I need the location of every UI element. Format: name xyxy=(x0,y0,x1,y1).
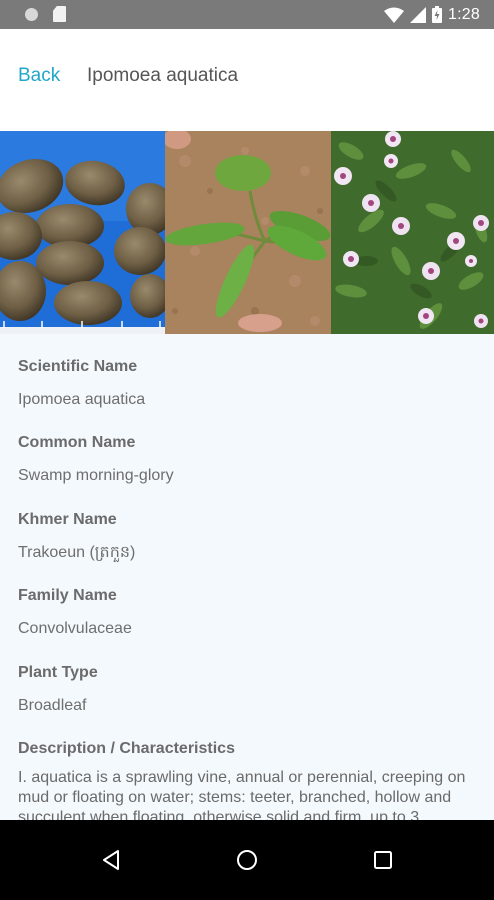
description-label: Description / Characteristics xyxy=(18,740,235,757)
flowers-photo[interactable] xyxy=(331,131,494,334)
status-bar: 1:28 xyxy=(0,0,494,29)
plant-type-label: Plant Type xyxy=(18,664,98,681)
family-name-field: Family Name Convolvulaceae xyxy=(18,587,478,639)
recents-square-icon[interactable] xyxy=(361,838,405,882)
common-name-field: Common Name Swamp morning-glory xyxy=(18,434,478,486)
scientific-name-value: Ipomoea aquatica xyxy=(18,391,146,408)
battery-icon xyxy=(432,6,443,23)
navigation-bar xyxy=(0,820,494,900)
wifi-icon xyxy=(384,7,405,23)
app-header: Back Ipomoea aquatica xyxy=(0,29,494,131)
common-name-label: Common Name xyxy=(18,434,136,451)
description-value: I. aquatica is a sprawling vine, annual … xyxy=(18,769,466,820)
khmer-name-value: Trakoeun (ត្រកួន) xyxy=(18,544,136,561)
image-gallery xyxy=(0,131,494,334)
notification-dot-icon xyxy=(25,8,38,21)
signal-icon xyxy=(410,6,427,23)
family-name-label: Family Name xyxy=(18,587,117,604)
plant-details: Scientific Name Ipomoea aquatica Common … xyxy=(0,334,494,820)
common-name-value: Swamp morning-glory xyxy=(18,467,174,484)
family-name-value: Convolvulaceae xyxy=(18,620,132,637)
plant-type-value: Broadleaf xyxy=(18,697,87,714)
scientific-name-label: Scientific Name xyxy=(18,358,138,375)
sd-card-icon xyxy=(53,6,66,22)
description-field: Description / Characteristics I. aquatic… xyxy=(18,740,478,820)
scientific-name-field: Scientific Name Ipomoea aquatica xyxy=(18,358,478,410)
khmer-name-field: Khmer Name Trakoeun (ត្រកួន) xyxy=(18,511,478,563)
back-triangle-icon[interactable] xyxy=(89,838,133,882)
home-circle-icon[interactable] xyxy=(225,838,269,882)
page-title: Ipomoea aquatica xyxy=(87,65,239,86)
plant-type-field: Plant Type Broadleaf xyxy=(18,664,478,716)
clock: 1:28 xyxy=(448,5,480,23)
status-icons: 1:28 xyxy=(384,0,480,29)
seedling-photo[interactable] xyxy=(165,131,331,334)
khmer-name-label: Khmer Name xyxy=(18,511,117,528)
back-button[interactable]: Back xyxy=(18,65,60,87)
seeds-photo[interactable] xyxy=(0,131,165,334)
